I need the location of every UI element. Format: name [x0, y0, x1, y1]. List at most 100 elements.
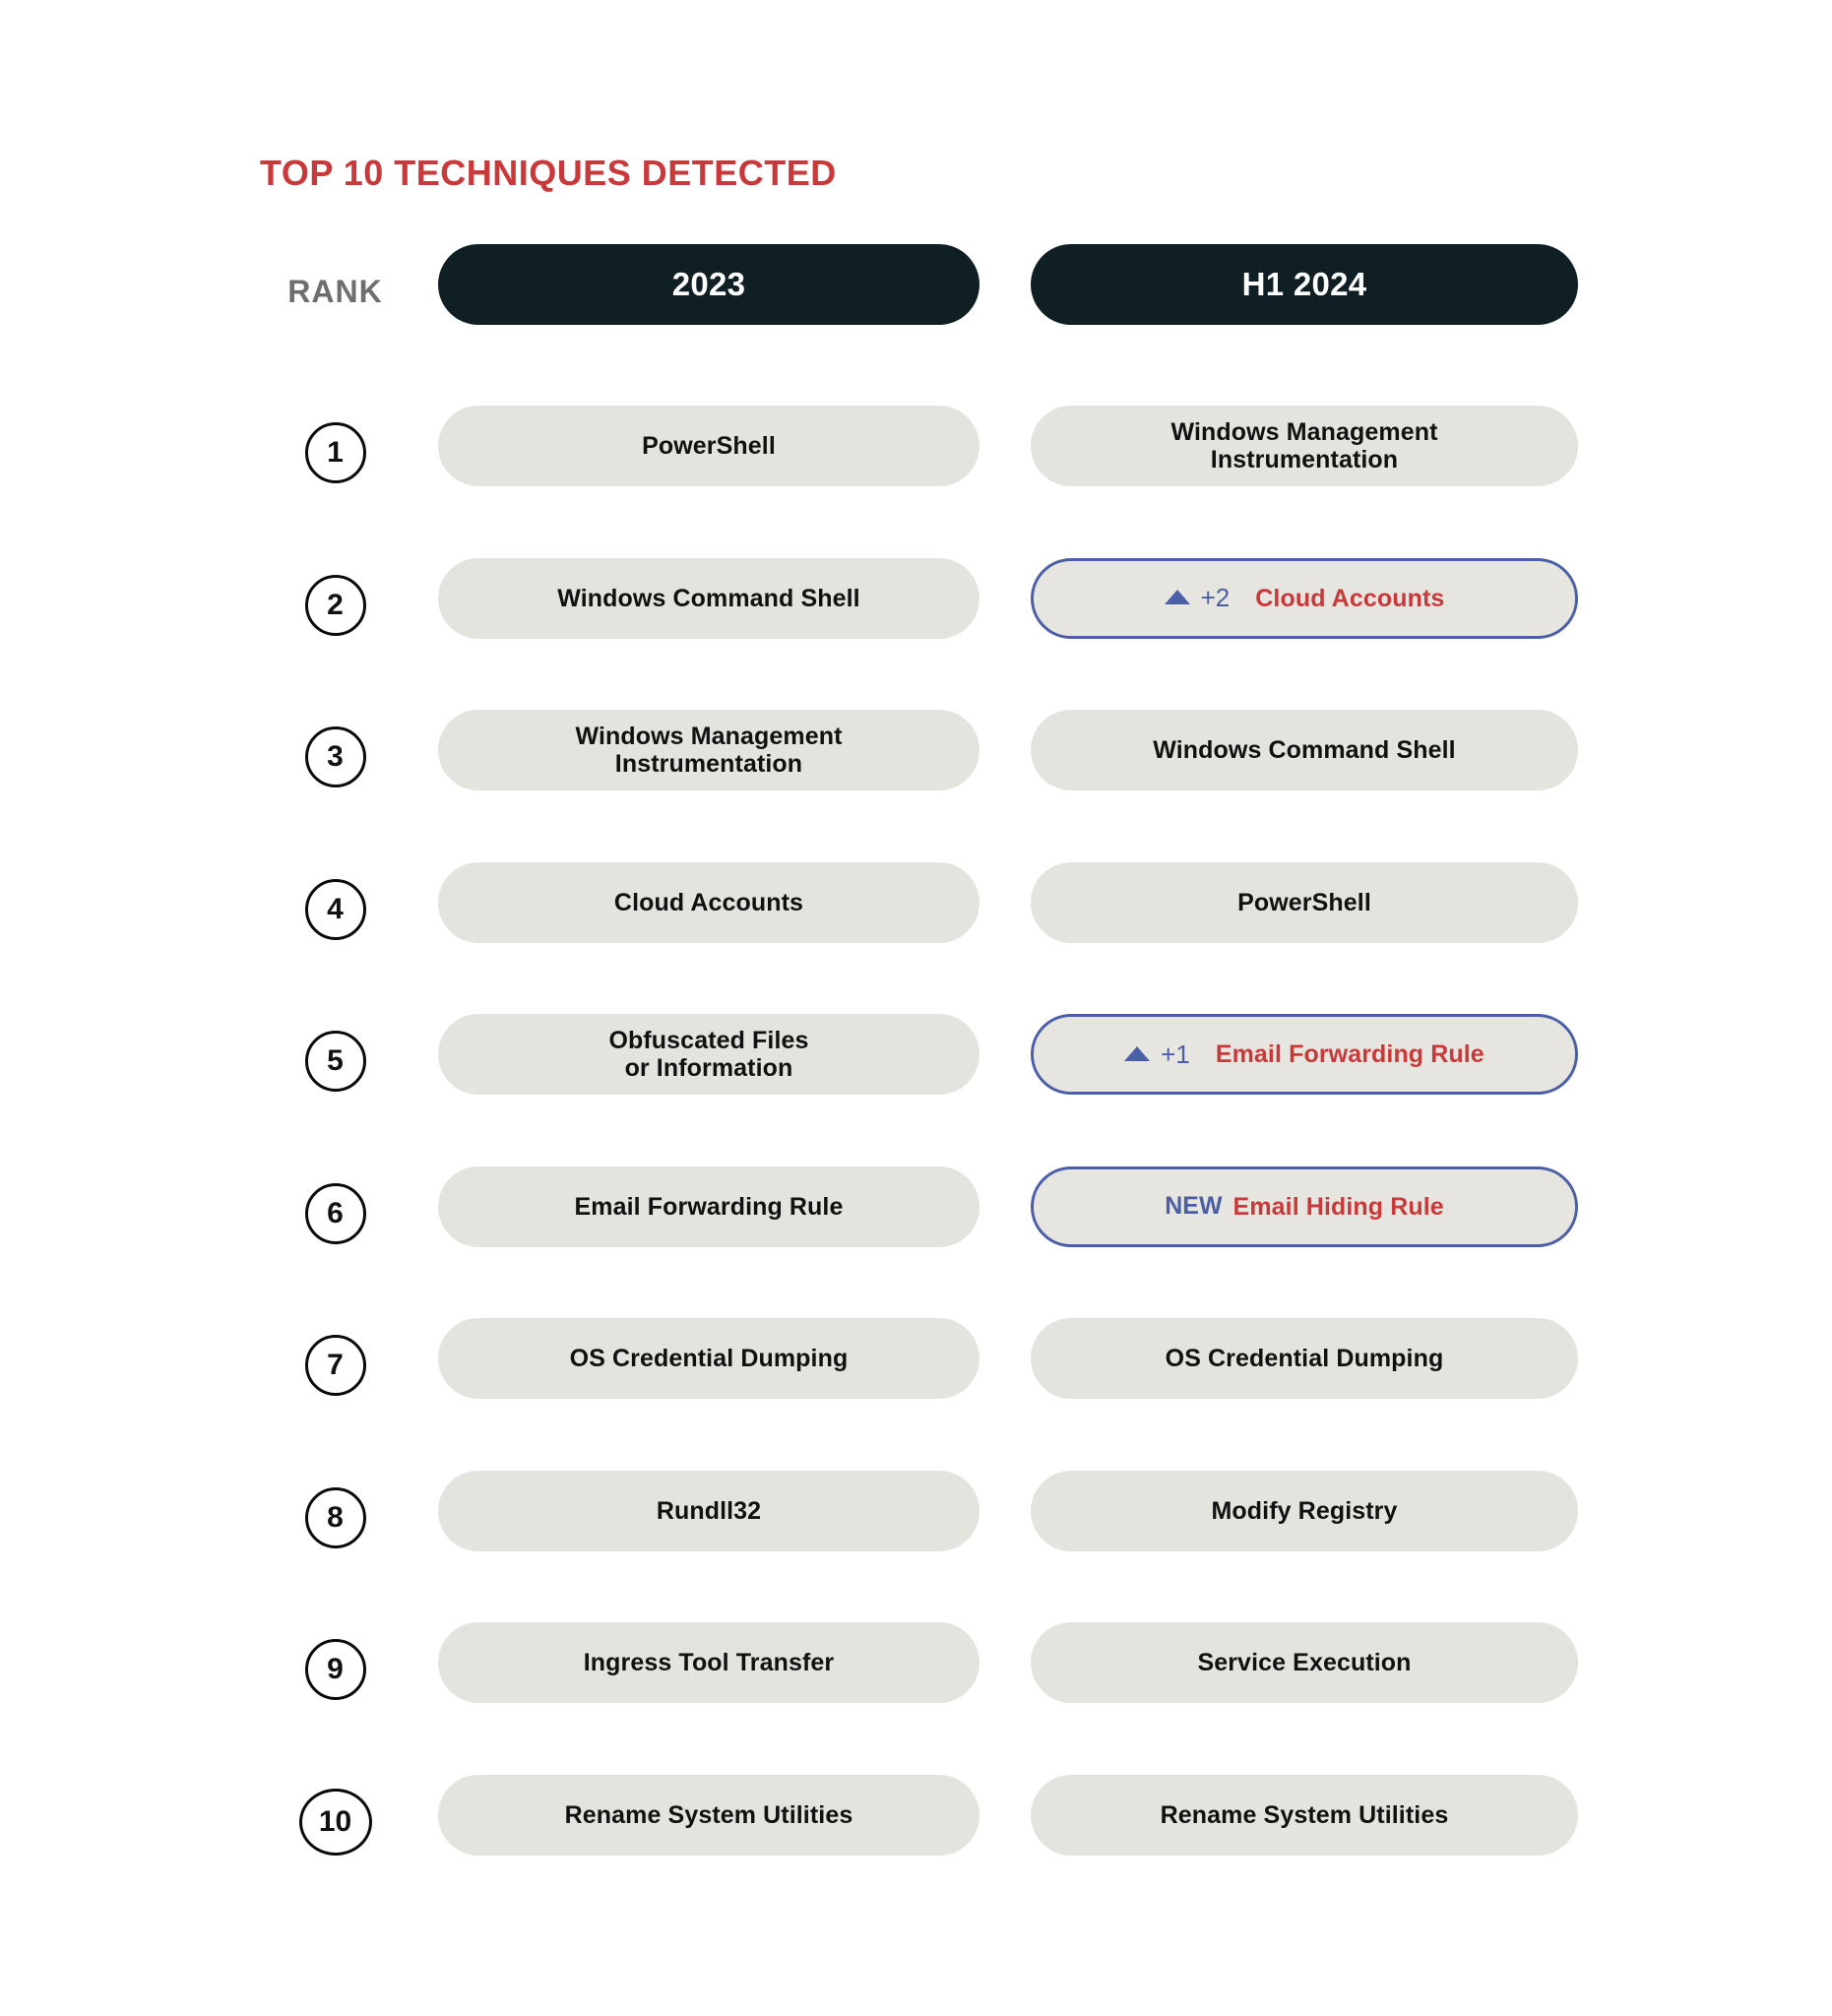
rank-number: 9 — [327, 1653, 344, 1685]
rank-delta-label: +1 — [1161, 1039, 1190, 1069]
technique-pill-h1-2024[interactable]: Rename System Utilities — [1031, 1774, 1578, 1856]
page-title: TOP 10 TECHNIQUES DETECTED — [260, 153, 837, 193]
cell-h1-2024: PowerShell — [1031, 861, 1578, 957]
technique-pill-2023[interactable]: Cloud Accounts — [438, 861, 979, 943]
table-row: 5 Obfuscated Files or Information +1 Email F… — [0, 1014, 1832, 1108]
technique-pill-2023[interactable]: Rundll32 — [438, 1470, 979, 1551]
cell-2023: Cloud Accounts — [438, 861, 979, 957]
cell-h1-2024: NEW Email Hiding Rule — [1031, 1166, 1578, 1261]
technique-name-line: Service Execution — [1197, 1649, 1412, 1676]
technique-name-line: Windows Management — [575, 723, 843, 750]
technique-pill-h1-2024[interactable]: Windows Management Instrumentation — [1031, 406, 1578, 486]
technique-pill-2023[interactable]: PowerShell — [438, 406, 979, 486]
technique-pill-h1-2024[interactable]: Windows Command Shell — [1031, 710, 1578, 790]
technique-name-line: Windows Command Shell — [1153, 736, 1456, 764]
new-entry-badge: NEW — [1165, 1192, 1223, 1220]
technique-pill-content: OS Credential Dumping — [1166, 1345, 1444, 1372]
rank-number: 1 — [327, 436, 344, 469]
technique-name: Windows Management Instrumentation — [575, 723, 842, 778]
technique-pill-content: PowerShell — [642, 432, 776, 460]
rank-badge: 9 — [304, 1639, 366, 1700]
technique-name: Email Forwarding Rule — [1216, 1040, 1485, 1068]
cell-2023: Email Forwarding Rule — [438, 1166, 979, 1261]
technique-name: Rename System Utilities — [565, 1801, 853, 1829]
column-header-h1-2024-pill: H1 2024 — [1031, 244, 1578, 325]
column-header-2023: 2023 — [438, 244, 979, 339]
technique-name: OS Credential Dumping — [1166, 1345, 1444, 1372]
triangle-up-icon — [1124, 1045, 1151, 1061]
technique-name-line: Modify Registry — [1211, 1496, 1398, 1525]
technique-pill-h1-2024[interactable]: OS Credential Dumping — [1031, 1318, 1578, 1399]
rank-badge: 1 — [304, 422, 366, 483]
rank-badge: 8 — [304, 1486, 366, 1548]
rank-number: 7 — [327, 1349, 344, 1381]
rank-delta-label: +2 — [1200, 583, 1231, 612]
technique-name-line: Email Forwarding Rule — [574, 1192, 844, 1221]
technique-pill-content: Rename System Utilities — [565, 1801, 853, 1829]
table-row: 10 Rename System Utilities Rename System U… — [0, 1774, 1832, 1869]
table-header-row: RANK 2023 H1 2024 — [0, 244, 1832, 339]
technique-pill-h1-2024[interactable]: Service Execution — [1031, 1622, 1578, 1703]
technique-pill-content: OS Credential Dumping — [570, 1345, 849, 1372]
technique-pill-content: +2 Cloud Accounts — [1164, 583, 1445, 613]
technique-pill-h1-2024[interactable]: +2 Cloud Accounts — [1031, 557, 1578, 639]
technique-name: Rundll32 — [657, 1497, 761, 1525]
technique-pill-h1-2024[interactable]: Modify Registry — [1031, 1470, 1578, 1551]
rank-badge: 7 — [304, 1335, 366, 1396]
cell-2023: Ingress Tool Transfer — [438, 1622, 979, 1717]
technique-pill-2023[interactable]: Windows Management Instrumentation — [438, 710, 979, 790]
technique-pill-2023[interactable]: Rename System Utilities — [438, 1774, 979, 1856]
technique-name: PowerShell — [1237, 889, 1371, 916]
cell-2023: Obfuscated Files or Information — [438, 1014, 979, 1108]
technique-pill-content: Obfuscated Files or Information — [608, 1027, 808, 1082]
technique-name-line: Cloud Accounts — [613, 888, 804, 916]
rank-number: 4 — [327, 892, 344, 925]
technique-pill-content: Windows Command Shell — [1153, 736, 1455, 764]
rank-cell: 5 — [254, 1014, 416, 1108]
technique-pill-2023[interactable]: Email Forwarding Rule — [438, 1166, 979, 1247]
rank-badge: 3 — [304, 726, 366, 788]
cell-h1-2024: Rename System Utilities — [1031, 1774, 1578, 1869]
technique-pill-h1-2024[interactable]: +1 Email Forwarding Rule — [1031, 1014, 1578, 1095]
technique-pill-content: PowerShell — [1237, 889, 1371, 916]
rank-header-label: RANK — [287, 273, 383, 309]
technique-pill-content: Windows Management Instrumentation — [575, 723, 842, 778]
technique-pill-content: Windows Command Shell — [557, 585, 859, 612]
technique-pill-content: Ingress Tool Transfer — [584, 1649, 834, 1676]
technique-name: Cloud Accounts — [1255, 585, 1444, 612]
technique-name-line: OS Credential Dumping — [1165, 1345, 1444, 1372]
technique-name: Rename System Utilities — [1161, 1801, 1449, 1829]
table-row: 8 Rundll32 Modify Registry — [0, 1470, 1832, 1565]
technique-name-line: OS Credential Dumping — [569, 1345, 849, 1372]
column-header-h1-2024: H1 2024 — [1031, 244, 1578, 339]
cell-2023: Rename System Utilities — [438, 1774, 979, 1869]
rank-column-header: RANK — [254, 244, 416, 339]
rank-badge: 5 — [304, 1031, 366, 1092]
table-row: 2 Windows Command Shell +2 Cloud Accounts — [0, 557, 1832, 653]
technique-pill-2023[interactable]: Windows Command Shell — [438, 557, 979, 639]
cell-2023: PowerShell — [438, 406, 979, 500]
technique-name-line: Ingress Tool Transfer — [583, 1649, 835, 1676]
technique-name: Ingress Tool Transfer — [584, 1649, 834, 1676]
technique-pill-content: Cloud Accounts — [614, 889, 803, 916]
rank-badge: 10 — [298, 1788, 372, 1856]
technique-name: OS Credential Dumping — [570, 1345, 849, 1372]
infographic-page: TOP 10 TECHNIQUES DETECTED RANK 2023 H1 … — [0, 0, 1832, 2016]
technique-pill-2023[interactable]: OS Credential Dumping — [438, 1318, 979, 1399]
rank-cell: 3 — [254, 710, 416, 804]
technique-pill-2023[interactable]: Obfuscated Files or Information — [438, 1014, 979, 1095]
rank-cell: 6 — [254, 1166, 416, 1261]
technique-pill-content: Service Execution — [1197, 1649, 1411, 1676]
technique-name: Cloud Accounts — [614, 889, 803, 916]
cell-h1-2024: +1 Email Forwarding Rule — [1031, 1014, 1578, 1108]
technique-name-line: Cloud Accounts — [1255, 584, 1445, 612]
rank-cell: 7 — [254, 1318, 416, 1413]
rank-cell: 9 — [254, 1622, 416, 1717]
cell-h1-2024: Windows Management Instrumentation — [1031, 406, 1578, 500]
technique-pill-2023[interactable]: Ingress Tool Transfer — [438, 1622, 979, 1703]
technique-name-line: Windows Management — [1170, 418, 1438, 446]
technique-name: PowerShell — [642, 432, 776, 460]
technique-pill-h1-2024[interactable]: NEW Email Hiding Rule — [1031, 1166, 1578, 1247]
technique-pill-h1-2024[interactable]: PowerShell — [1031, 861, 1578, 943]
rank-cell: 4 — [254, 862, 416, 957]
